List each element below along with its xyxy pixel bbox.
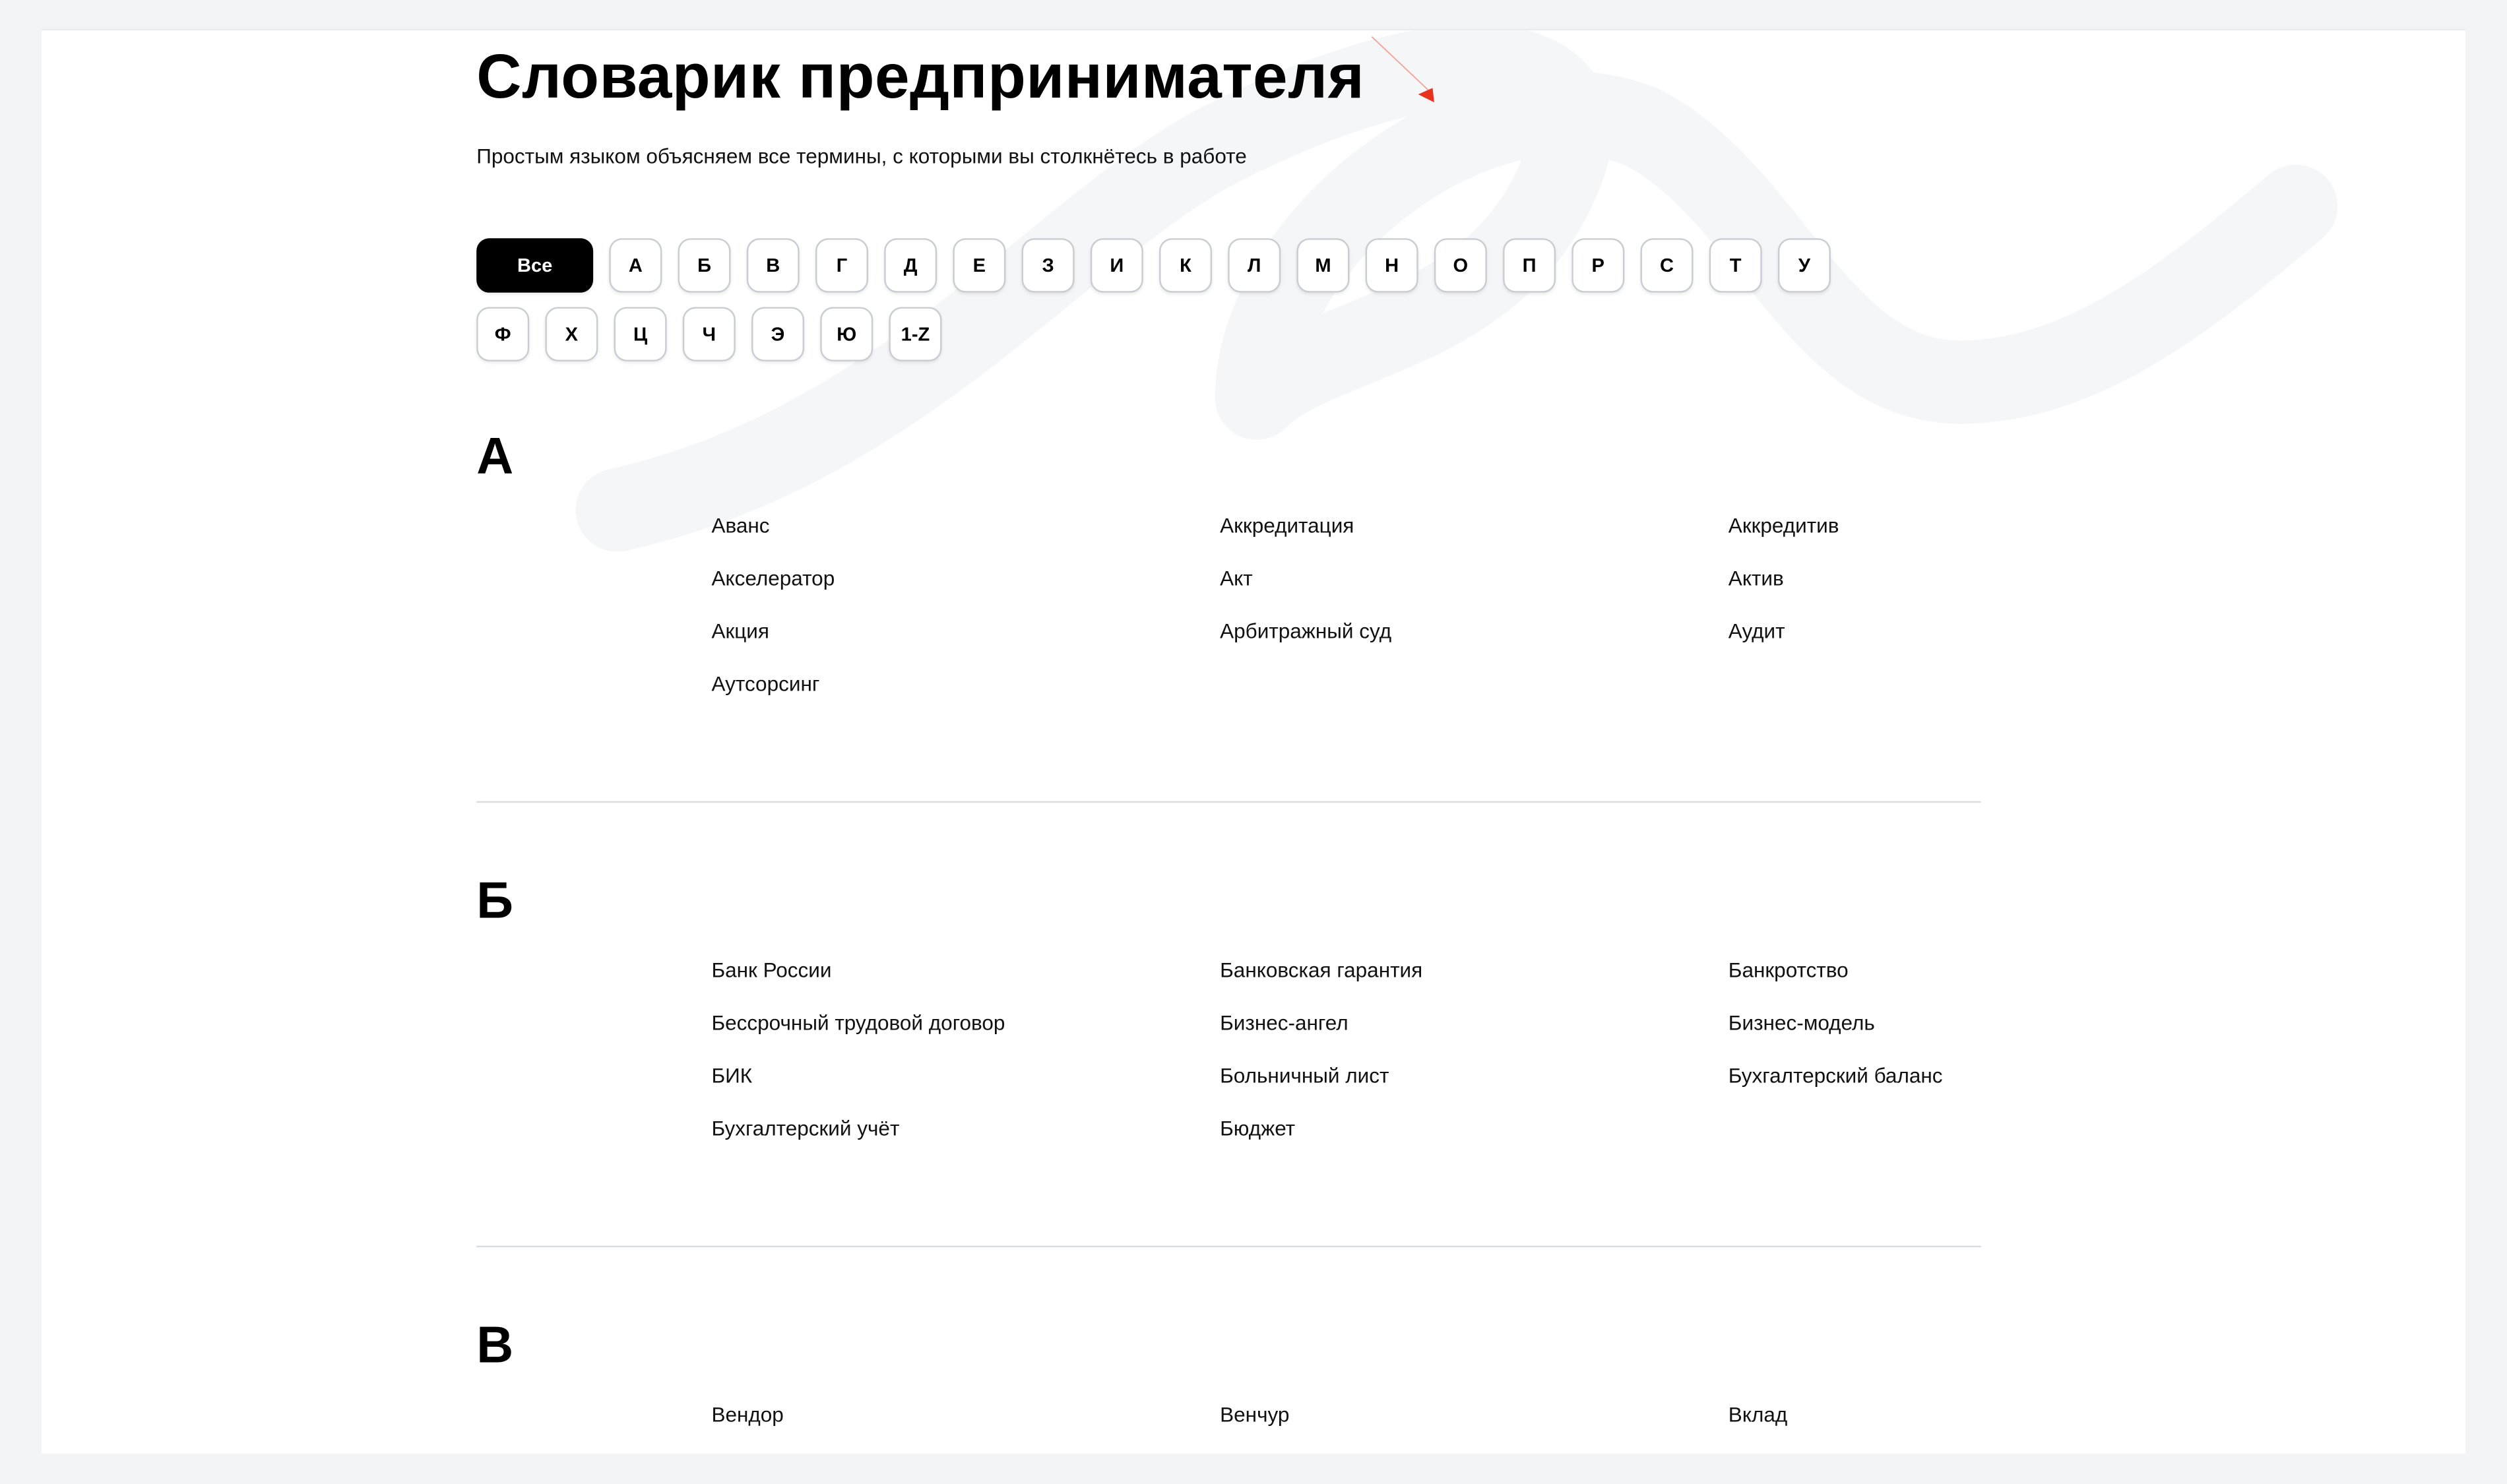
terms-grid: Банк России Банковская гарантия Банкротств… (711, 956, 1981, 1144)
filter-letter-button[interactable]: С (1640, 238, 1694, 293)
filter-letter-button[interactable]: Э (751, 307, 805, 361)
filter-letter-button[interactable]: Е (953, 238, 1006, 293)
glossary-term-link[interactable]: Венчур (1220, 1401, 1729, 1430)
glossary-term-link[interactable]: Вклад (1729, 1401, 1981, 1430)
filter-letter-button[interactable]: Н (1365, 238, 1418, 293)
section-letter: В (476, 1316, 514, 1374)
filter-letter-button[interactable]: Ф (476, 307, 530, 361)
glossary-term-link[interactable]: Арбитражный суд (1220, 617, 1729, 646)
glossary-term-link[interactable]: Акция (711, 617, 1220, 646)
section-letter: Б (476, 871, 513, 929)
terms-grid: Аванс Аккредитация Аккредитив Акселератор Ак… (711, 512, 1981, 699)
filter-letter-button[interactable]: Т (1709, 238, 1762, 293)
filter-letter-button[interactable]: В (746, 238, 800, 293)
glossary-term-link[interactable]: Банковская гарантия (1220, 956, 1729, 985)
filter-letter-button[interactable]: У (1777, 238, 1831, 293)
viewport: Словарик предпринимателя Простым языком … (0, 0, 2507, 1484)
glossary-term-link[interactable]: Аванс (711, 512, 1220, 541)
glossary-term-link[interactable]: Бизнес-модель (1729, 1009, 1981, 1038)
glossary-term-link[interactable]: Бухгалтерский учёт (711, 1115, 1220, 1144)
glossary-term-link[interactable]: Аккредитив (1729, 512, 1981, 541)
terms-grid: Вендор Венчур Вклад (711, 1401, 1981, 1430)
glossary-term-link[interactable]: Акселератор (711, 565, 1220, 594)
filter-all-button[interactable]: Все (476, 238, 594, 293)
glossary-term-link[interactable]: Больничный лист (1220, 1062, 1729, 1091)
filter-letter-button[interactable]: О (1434, 238, 1487, 293)
filter-letter-button[interactable]: Б (678, 238, 731, 293)
filter-letter-button[interactable]: И (1090, 238, 1143, 293)
page-title: Словарик предпринимателя (476, 43, 1365, 112)
page-subtitle: Простым языком объясняем все термины, с … (476, 144, 1247, 168)
section-divider (476, 1245, 1981, 1248)
filter-letter-button[interactable]: М (1296, 238, 1350, 293)
glossary-term-link[interactable]: Бухгалтерский баланс (1729, 1062, 1981, 1091)
glossary-term-link[interactable]: Аутсорсинг (711, 670, 1220, 699)
glossary-term-link[interactable]: Бессрочный трудовой договор (711, 1009, 1220, 1038)
cursor-arrow-icon (1371, 36, 1434, 103)
page-card: Словарик предпринимателя Простым языком … (42, 30, 2466, 1454)
glossary-term-link[interactable]: Вендор (711, 1401, 1220, 1430)
filter-letter-button[interactable]: Ч (682, 307, 736, 361)
glossary-term-link[interactable]: БИК (711, 1062, 1220, 1091)
filter-letter-button[interactable]: Д (884, 238, 937, 293)
glossary-term-link[interactable]: Бизнес-ангел (1220, 1009, 1729, 1038)
letter-filter-row-1: Все АБВГДЕЗИКЛМНОПРСТУ (476, 238, 1831, 293)
filter-letter-button[interactable]: Х (545, 307, 598, 361)
filter-letter-button[interactable]: Р (1571, 238, 1625, 293)
filter-letter-button[interactable]: А (609, 238, 662, 293)
letter-filter-row-2: Ф Х Ц Ч Э Ю 1-Z (476, 307, 942, 361)
filter-letter-button[interactable]: Г (815, 238, 868, 293)
glossary-term-link[interactable]: Банк России (711, 956, 1220, 985)
section-divider (476, 801, 1981, 803)
filter-letter-button[interactable]: П (1503, 238, 1556, 293)
glossary-term-link[interactable]: Банкротство (1729, 956, 1981, 985)
section-letter: А (476, 427, 514, 485)
glossary-term-link[interactable]: Актив (1729, 565, 1981, 594)
glossary-term-link[interactable]: Аудит (1729, 617, 1981, 646)
glossary-term-link[interactable]: Акт (1220, 565, 1729, 594)
filter-letter-button[interactable]: К (1159, 238, 1213, 293)
filter-letter-button[interactable]: Ц (614, 307, 667, 361)
glossary-term-link[interactable]: Бюджет (1220, 1115, 1729, 1144)
filter-letter-button[interactable]: Л (1228, 238, 1281, 293)
filter-letter-button[interactable]: 1-Z (889, 307, 942, 361)
glossary-term-link[interactable]: Аккредитация (1220, 512, 1729, 541)
filter-letter-button[interactable]: З (1021, 238, 1075, 293)
filter-letter-button[interactable]: Ю (820, 307, 873, 361)
